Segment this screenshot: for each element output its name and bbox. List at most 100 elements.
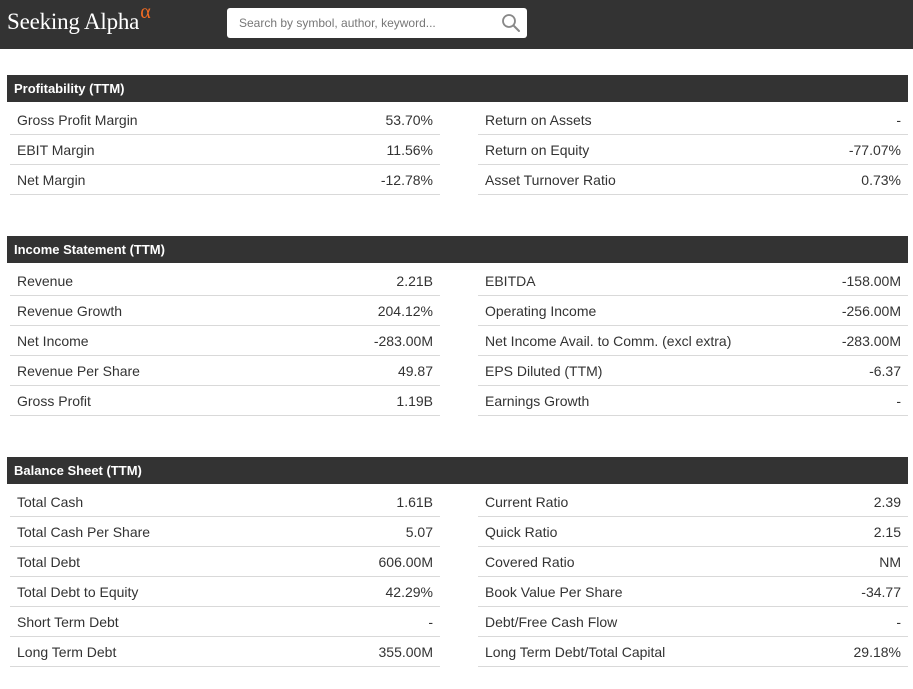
metric-value: -283.00M xyxy=(373,332,433,349)
metric-row: Revenue Growth 204.12% xyxy=(10,296,440,326)
metric-value: -256.00M xyxy=(841,302,901,319)
metric-label: Gross Profit xyxy=(17,392,91,409)
top-navigation-bar: Seeking Alphaα xyxy=(0,0,913,49)
metric-row: Total Cash Per Share 5.07 xyxy=(10,517,440,547)
metric-label: Earnings Growth xyxy=(485,392,590,409)
metric-label: Net Margin xyxy=(17,171,86,188)
metric-label: EPS Diluted (TTM) xyxy=(485,362,603,379)
metric-row: Net Margin -12.78% xyxy=(10,165,440,195)
metric-value: 2.15 xyxy=(873,523,901,540)
metric-label: Short Term Debt xyxy=(17,613,119,630)
section-title: Income Statement (TTM) xyxy=(7,236,908,263)
metric-value: - xyxy=(896,613,901,630)
metric-value: - xyxy=(896,392,901,409)
metric-label: Total Debt xyxy=(17,553,81,570)
metric-row: Net Income -283.00M xyxy=(10,326,440,356)
metric-row: Covered Ratio NM xyxy=(478,547,908,577)
metric-row: Return on Assets - xyxy=(478,105,908,135)
metric-value: 204.12% xyxy=(377,302,433,319)
metric-value: 29.18% xyxy=(853,643,901,660)
metric-label: EBIT Margin xyxy=(17,141,95,158)
metric-row: EBITDA -158.00M xyxy=(478,266,908,296)
search-icon[interactable] xyxy=(501,13,521,33)
metrics-left-column: Revenue 2.21B Revenue Growth 204.12% Net I… xyxy=(10,266,440,416)
metric-row: Return on Equity -77.07% xyxy=(478,135,908,165)
section-title: Balance Sheet (TTM) xyxy=(7,457,908,484)
metric-label: Total Debt to Equity xyxy=(17,583,139,600)
search-input[interactable] xyxy=(227,8,497,38)
metric-value: NM xyxy=(879,553,901,570)
metric-row: Revenue 2.21B xyxy=(10,266,440,296)
metric-label: Return on Equity xyxy=(485,141,590,158)
metric-label: Revenue Growth xyxy=(17,302,123,319)
metrics-left-column: Gross Profit Margin 53.70% EBIT Margin 11.… xyxy=(10,105,440,195)
metric-row: EBIT Margin 11.56% xyxy=(10,135,440,165)
metrics-right-column: Current Ratio 2.39 Quick Ratio 2.15 Covere… xyxy=(478,487,908,667)
metric-value: 49.87 xyxy=(397,362,433,379)
metric-value: - xyxy=(428,613,433,630)
metric-value: -12.78% xyxy=(380,171,433,188)
metric-label: Covered Ratio xyxy=(485,553,575,570)
metric-row: Total Debt 606.00M xyxy=(10,547,440,577)
metric-label: Return on Assets xyxy=(485,111,592,128)
metric-row: Revenue Per Share 49.87 xyxy=(10,356,440,386)
metric-value: 53.70% xyxy=(385,111,433,128)
section-title: Profitability (TTM) xyxy=(7,75,908,102)
metric-value: -158.00M xyxy=(841,272,901,289)
metric-value: -283.00M xyxy=(841,332,901,349)
seeking-alpha-logo[interactable]: Seeking Alphaα xyxy=(7,1,151,36)
metric-label: Revenue xyxy=(17,272,74,289)
metric-label: Long Term Debt xyxy=(17,643,117,660)
metrics-right-column: EBITDA -158.00M Operating Income -256.00M … xyxy=(478,266,908,416)
metric-value: - xyxy=(896,111,901,128)
metric-label: Quick Ratio xyxy=(485,523,558,540)
metric-value: 11.56% xyxy=(386,141,433,158)
metric-label: Total Cash xyxy=(17,493,84,510)
metric-row: Gross Profit Margin 53.70% xyxy=(10,105,440,135)
search-box xyxy=(227,8,527,38)
income-statement-section: Income Statement (TTM) Revenue 2.21B Reve… xyxy=(7,236,908,421)
metric-label: Net Income Avail. to Comm. (excl extra) xyxy=(485,332,732,349)
metric-value: 2.39 xyxy=(873,493,901,510)
metric-row: Debt/Free Cash Flow - xyxy=(478,607,908,637)
metric-row: Current Ratio 2.39 xyxy=(478,487,908,517)
metric-row: Book Value Per Share -34.77 xyxy=(478,577,908,607)
metric-label: Total Cash Per Share xyxy=(17,523,151,540)
metric-row: Short Term Debt - xyxy=(10,607,440,637)
metric-row: Quick Ratio 2.15 xyxy=(478,517,908,547)
metric-label: Revenue Per Share xyxy=(17,362,140,379)
metrics-right-column: Return on Assets - Return on Equity -77.07… xyxy=(478,105,908,195)
metric-label: Long Term Debt/Total Capital xyxy=(485,643,666,660)
metric-value: 42.29% xyxy=(385,583,433,600)
alpha-logo-icon: α xyxy=(140,1,151,23)
metric-label: Book Value Per Share xyxy=(485,583,623,600)
metric-row: Net Income Avail. to Comm. (excl extra) -… xyxy=(478,326,908,356)
metric-row: Long Term Debt 355.00M xyxy=(10,637,440,667)
metric-label: Asset Turnover Ratio xyxy=(485,171,616,188)
metric-value: 1.19B xyxy=(396,392,433,409)
metric-value: -77.07% xyxy=(848,141,901,158)
logo-text: Seeking Alpha xyxy=(7,9,140,34)
balance-sheet-section: Balance Sheet (TTM) Total Cash 1.61B Tota… xyxy=(7,457,908,672)
metric-value: 5.07 xyxy=(405,523,433,540)
metric-value: 606.00M xyxy=(378,553,433,570)
metric-row: Total Cash 1.61B xyxy=(10,487,440,517)
metric-value: -34.77 xyxy=(861,583,901,600)
metric-label: Gross Profit Margin xyxy=(17,111,138,128)
metric-row: Earnings Growth - xyxy=(478,386,908,416)
metric-row: Operating Income -256.00M xyxy=(478,296,908,326)
metric-value: -6.37 xyxy=(869,362,901,379)
metric-row: Gross Profit 1.19B xyxy=(10,386,440,416)
metric-label: EBITDA xyxy=(485,272,536,289)
metric-value: 0.73% xyxy=(861,171,901,188)
metric-row: Total Debt to Equity 42.29% xyxy=(10,577,440,607)
metric-value: 1.61B xyxy=(396,493,433,510)
profitability-section: Profitability (TTM) Gross Profit Margin 5… xyxy=(7,75,908,200)
metric-row: EPS Diluted (TTM) -6.37 xyxy=(478,356,908,386)
metric-value: 2.21B xyxy=(396,272,433,289)
metric-value: 355.00M xyxy=(378,643,433,660)
metric-row: Long Term Debt/Total Capital 29.18% xyxy=(478,637,908,667)
metric-row: Asset Turnover Ratio 0.73% xyxy=(478,165,908,195)
metric-label: Debt/Free Cash Flow xyxy=(485,613,618,630)
metric-label: Net Income xyxy=(17,332,89,349)
